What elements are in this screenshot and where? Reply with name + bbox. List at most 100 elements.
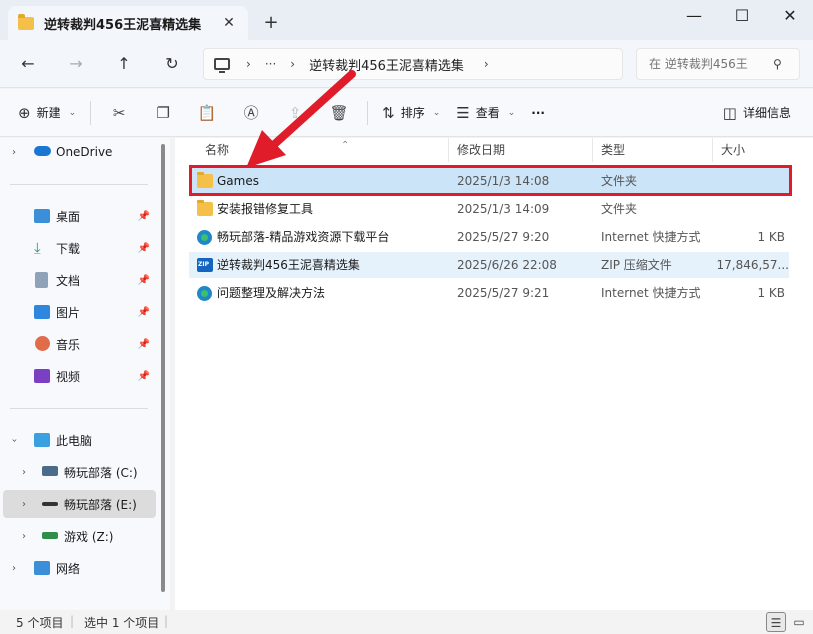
file-list: 名称 ⌃ 修改日期 类型 大小 Games 2025/1/3 14:08 文件夹… [175,138,813,610]
copy-icon[interactable]: ❐ [141,104,185,122]
divider: | [70,614,75,628]
pin-icon[interactable]: 📌 [138,275,150,286]
file-name: 畅玩部落-精品游戏资源下载平台 [217,230,390,244]
sidebar-item-label: 畅玩部落 (E:) [64,497,137,512]
network-icon [34,561,50,575]
file-type: 文件夹 [601,202,638,216]
paste-icon[interactable]: 📋 [185,104,229,122]
sidebar-item-network[interactable]: › 网络 [0,554,160,582]
pin-icon[interactable]: 📌 [138,371,150,382]
sidebar-item-this-pc[interactable]: › 此电脑 [0,426,160,454]
chevron-right-icon[interactable]: › [12,147,16,158]
details-pane-icon: ◫ [722,103,737,122]
divider [10,408,148,409]
sidebar-item-onedrive[interactable]: › OneDrive [0,138,160,166]
table-row[interactable]: 畅玩部落-精品游戏资源下载平台 2025/5/27 9:20 Internet … [189,224,789,250]
file-name: 安装报错修复工具 [217,202,314,216]
divider [367,100,369,125]
pin-icon[interactable]: 📌 [138,211,150,222]
minimize-button[interactable]: — [674,6,714,28]
chevron-right-icon[interactable]: › [12,563,16,574]
column-header-type[interactable]: 类型 [593,138,713,162]
new-label: 新建 [36,106,61,120]
sidebar-item-drive-z[interactable]: › 游戏 (Z:) [0,522,160,550]
file-name: 逆转裁判456王泥喜精选集 [217,258,360,272]
chevron-right-icon[interactable]: › [484,57,489,71]
sidebar-item-documents[interactable]: 文档 📌 [0,266,160,294]
navigation-bar: ← → ↑ ↻ › ··· › 逆转裁判456王泥喜精选集 › ⚲ [0,40,813,88]
navigation-pane: › OneDrive 桌面 📌 ⤓ 下载 📌 文档 📌 图片 📌 音乐 📌 视频… [0,138,170,610]
back-arrow-icon[interactable]: ← [16,52,40,76]
chevron-down-icon: ⌄ [68,107,77,118]
sidebar-item-desktop[interactable]: 桌面 📌 [0,202,160,230]
delete-icon[interactable]: 🗑 [317,104,361,122]
sidebar-item-label: 图片 [56,305,81,320]
rename-icon[interactable]: Ⓐ [229,102,273,123]
music-icon [35,336,50,351]
sidebar-scrollbar[interactable] [161,144,165,592]
video-icon [34,369,50,383]
view-button[interactable]: ☰ 查看 ⌄ [448,97,523,129]
table-row[interactable]: 逆转裁判456王泥喜精选集 2025/6/26 22:08 ZIP 压缩文件 1… [189,252,789,278]
search-icon: ⚲ [773,57,782,71]
pin-icon[interactable]: 📌 [138,243,150,254]
tiles-view-button[interactable]: ▭ [789,612,809,632]
up-arrow-icon[interactable]: ↑ [112,52,136,76]
command-bar: ⊕ 新建 ⌄ ✂ ❐ 📋 Ⓐ ⇪ 🗑 ⇅ 排序 ⌄ ☰ 查看 ⌄ ··· ◫ 详… [0,89,813,137]
chevron-right-icon[interactable]: › [290,57,295,71]
drive-icon [42,466,58,476]
sidebar-item-downloads[interactable]: ⤓ 下载 📌 [0,234,160,262]
item-count: 5 个项目 [16,616,64,630]
cut-icon[interactable]: ✂ [97,104,141,122]
chevron-down-icon[interactable]: › [9,438,20,442]
divider [90,100,92,125]
column-header-name[interactable]: 名称 ⌃ [197,138,449,162]
pin-icon[interactable]: 📌 [138,339,150,350]
sidebar-item-drive-e[interactable]: › 畅玩部落 (E:) [3,490,156,518]
sort-button[interactable]: ⇅ 排序 ⌄ [374,97,448,129]
column-header-size[interactable]: 大小 [713,138,789,162]
sidebar-item-pictures[interactable]: 图片 📌 [0,298,160,326]
sidebar-item-videos[interactable]: 视频 📌 [0,362,160,390]
chevron-right-icon[interactable]: › [22,467,26,478]
tab-current-folder[interactable]: 逆转裁判456王泥喜精选集 ✕ [8,6,248,40]
more-locations-button[interactable]: ··· [265,57,276,71]
maximize-button[interactable]: ☐ [722,6,762,28]
monitor-icon [214,58,230,73]
details-pane-button[interactable]: ◫ 详细信息 [715,97,799,129]
table-row[interactable]: 问题整理及解决方法 2025/5/27 9:21 Internet 快捷方式 1… [189,280,789,306]
details-label: 详细信息 [742,106,791,120]
column-label: 名称 [205,143,230,157]
table-row[interactable]: 安装报错修复工具 2025/1/3 14:09 文件夹 [189,196,789,222]
new-button[interactable]: ⊕ 新建 ⌄ [10,97,84,129]
tab-close-icon[interactable]: ✕ [220,15,238,31]
search-box[interactable]: ⚲ [636,48,800,80]
chevron-right-icon[interactable]: › [246,57,251,71]
pin-icon[interactable]: 📌 [138,307,150,318]
share-icon[interactable]: ⇪ [273,104,317,122]
more-options-button[interactable]: ··· [523,97,553,129]
breadcrumb-current[interactable]: 逆转裁判456王泥喜精选集 [309,55,464,74]
details-view-button[interactable]: ☰ [766,612,786,632]
drive-icon [42,502,58,506]
file-type: Internet 快捷方式 [601,286,701,300]
file-modified: 2025/5/27 9:20 [457,230,550,244]
file-modified: 2025/1/3 14:09 [457,202,550,216]
chevron-right-icon[interactable]: › [22,499,26,510]
view-label: 查看 [475,106,500,120]
sidebar-item-label: 畅玩部落 (C:) [64,465,138,480]
column-header-modified[interactable]: 修改日期 [449,138,593,162]
file-name: 问题整理及解决方法 [217,286,326,300]
refresh-icon[interactable]: ↻ [160,52,184,76]
column-label: 类型 [601,143,626,157]
chevron-right-icon[interactable]: › [22,531,26,542]
internet-shortcut-icon [197,230,212,245]
sidebar-item-label: 下载 [56,241,81,256]
search-input[interactable] [649,57,769,71]
close-window-button[interactable]: ✕ [770,6,810,28]
address-bar[interactable]: › ··· › 逆转裁判456王泥喜精选集 › [203,48,623,80]
forward-arrow-icon[interactable]: → [64,52,88,76]
sidebar-item-music[interactable]: 音乐 📌 [0,330,160,358]
sidebar-item-drive-c[interactable]: › 畅玩部落 (C:) [0,458,160,486]
new-tab-button[interactable]: + [262,12,280,33]
